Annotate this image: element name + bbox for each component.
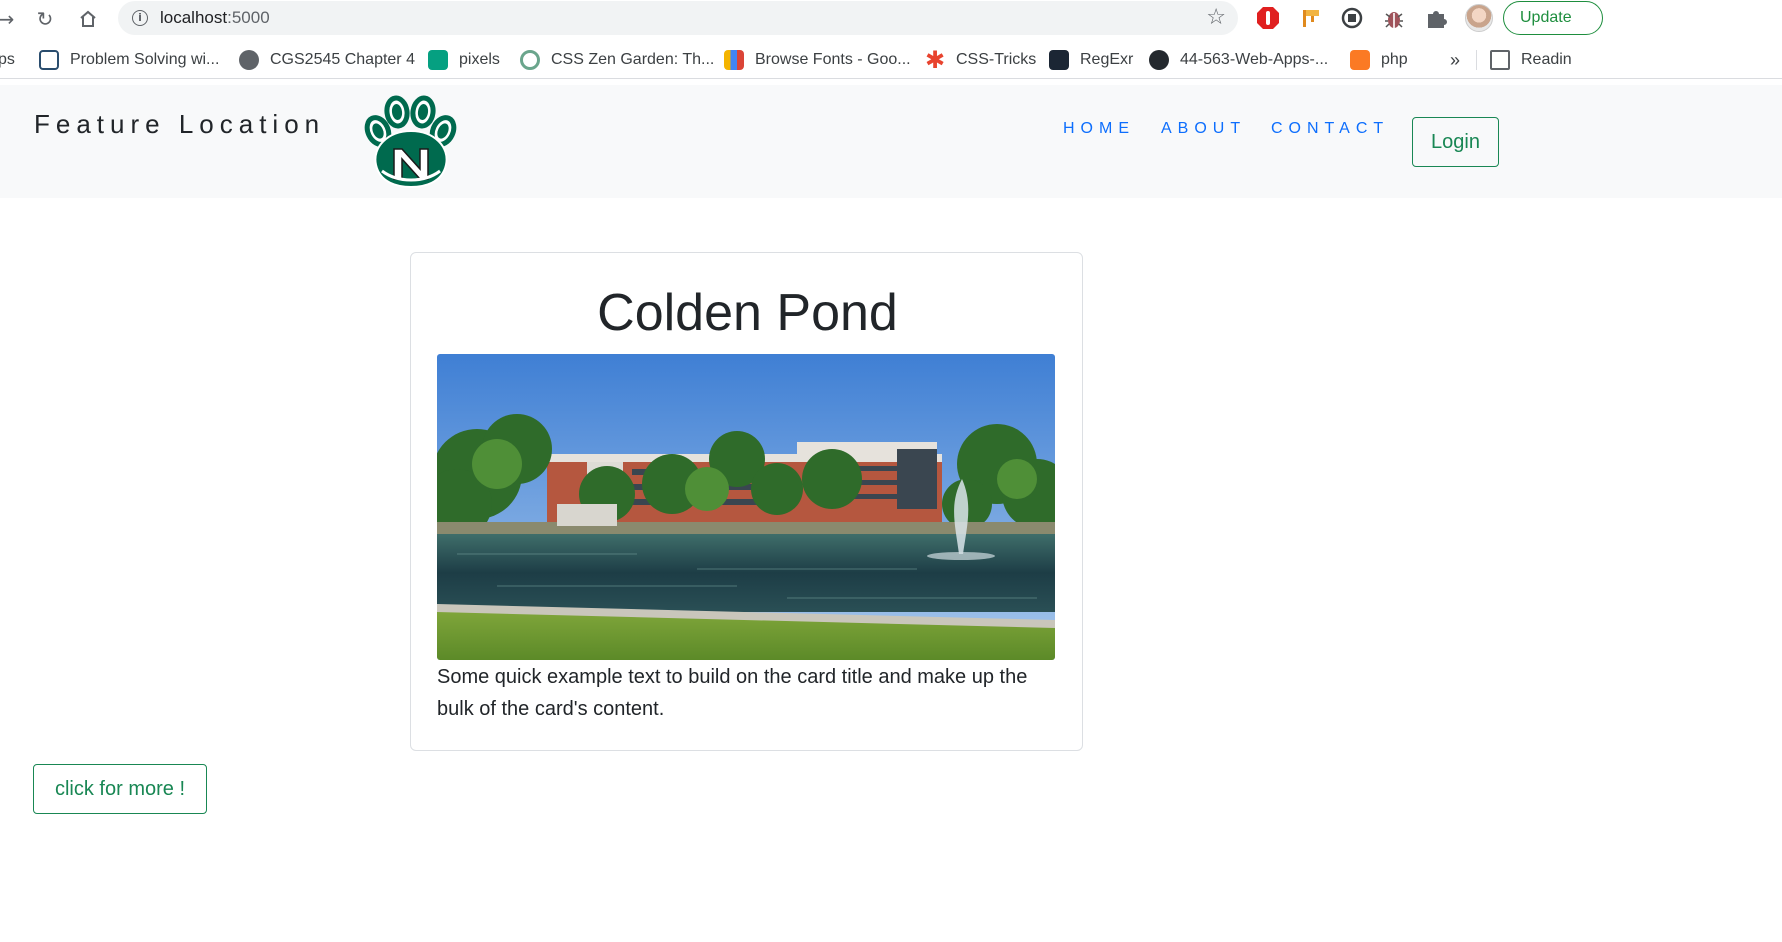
bookmarks-overflow-chevron-icon[interactable]: » <box>1450 48 1460 72</box>
bookmark-label: CSS-Tricks <box>956 51 1037 68</box>
profile-avatar-icon[interactable] <box>1465 4 1493 32</box>
reading-list-icon <box>1490 50 1510 70</box>
click-for-more-button[interactable]: click for more ! <box>33 764 207 814</box>
xampp-icon <box>1350 50 1370 70</box>
bookmark-label: RegExr <box>1080 51 1134 68</box>
update-button[interactable]: Update <box>1503 1 1603 35</box>
web-page: Feature Location HOME ABOUT CONTACT Logi… <box>0 85 1782 942</box>
book-icon <box>39 50 59 70</box>
extensions-puzzle-icon[interactable] <box>1424 6 1448 30</box>
feature-card: Colden Pond Some quick example text to b… <box>410 252 1083 751</box>
nav-home[interactable]: HOME <box>1063 120 1135 138</box>
bookmark-label: 44-563-Web-Apps-... <box>1180 51 1329 68</box>
bookmark-label: CSS Zen Garden: Th... <box>551 51 715 68</box>
bookmark-apps[interactable]: ps <box>0 48 15 72</box>
bookmark-label: php <box>1381 51 1408 68</box>
bearcat-paw-logo <box>364 95 458 189</box>
extension-flag-icon[interactable] <box>1299 6 1323 30</box>
site-info-icon[interactable]: i <box>132 10 148 26</box>
home-icon[interactable] <box>74 5 102 33</box>
site-brand[interactable]: Feature Location <box>34 109 325 140</box>
adblock-extension-icon[interactable] <box>1256 6 1280 30</box>
login-button[interactable]: Login <box>1412 117 1499 167</box>
github-icon <box>1149 50 1169 70</box>
site-navbar: Feature Location HOME ABOUT CONTACT Logi… <box>0 85 1782 198</box>
bookmark-label: ps <box>0 51 15 68</box>
record-extension-icon[interactable] <box>1340 6 1364 30</box>
forward-icon[interactable]: → <box>0 5 20 33</box>
nav-about[interactable]: ABOUT <box>1161 120 1246 138</box>
bookmark-label: Problem Solving wi... <box>70 51 220 68</box>
pixels-icon <box>428 50 448 70</box>
reload-icon[interactable]: ↻ <box>31 5 59 33</box>
bookmark-label: Readin <box>1521 51 1572 68</box>
bookmarks-divider <box>1476 50 1477 70</box>
bookmark-problem-solving[interactable]: Problem Solving wi... <box>39 48 219 72</box>
bookmarks-bar: ps Problem Solving wi... CGS2545 Chapter… <box>0 41 1782 79</box>
bug-extension-icon[interactable] <box>1382 6 1406 30</box>
zen-garden-icon <box>520 50 540 70</box>
nav-contact[interactable]: CONTACT <box>1271 120 1389 138</box>
reading-list[interactable]: Readin <box>1490 48 1572 72</box>
bookmark-css-zen-garden[interactable]: CSS Zen Garden: Th... <box>520 48 714 72</box>
address-bar[interactable]: i localhost:5000 ☆ <box>118 1 1238 35</box>
bookmark-web-apps[interactable]: 44-563-Web-Apps-... <box>1149 48 1328 72</box>
bookmark-css-tricks[interactable]: ✱ CSS-Tricks <box>925 48 1036 72</box>
regexr-icon <box>1049 50 1069 70</box>
url-text: localhost:5000 <box>160 8 270 27</box>
bookmark-cgs2545[interactable]: CGS2545 Chapter 4 <box>239 48 415 72</box>
globe-icon <box>239 50 259 70</box>
bookmark-label: Browse Fonts - Goo... <box>755 51 911 68</box>
colden-pond-photo <box>437 354 1055 660</box>
card-text: Some quick example text to build on the … <box>437 666 1028 720</box>
bookmark-browse-fonts[interactable]: Browse Fonts - Goo... <box>724 48 911 72</box>
bookmark-regexr[interactable]: RegExr <box>1049 48 1133 72</box>
bookmark-label: pixels <box>459 51 500 68</box>
google-fonts-icon <box>724 50 744 70</box>
asterisk-icon: ✱ <box>925 46 946 74</box>
bookmark-star-icon[interactable]: ☆ <box>1206 5 1226 30</box>
card-title: Colden Pond <box>597 284 898 342</box>
browser-toolbar: → ↻ i localhost:5000 ☆ Update <box>0 0 1782 37</box>
bookmark-label: CGS2545 Chapter 4 <box>270 51 415 68</box>
bookmark-pixels[interactable]: pixels <box>428 48 500 72</box>
bookmark-php[interactable]: php <box>1350 48 1408 72</box>
